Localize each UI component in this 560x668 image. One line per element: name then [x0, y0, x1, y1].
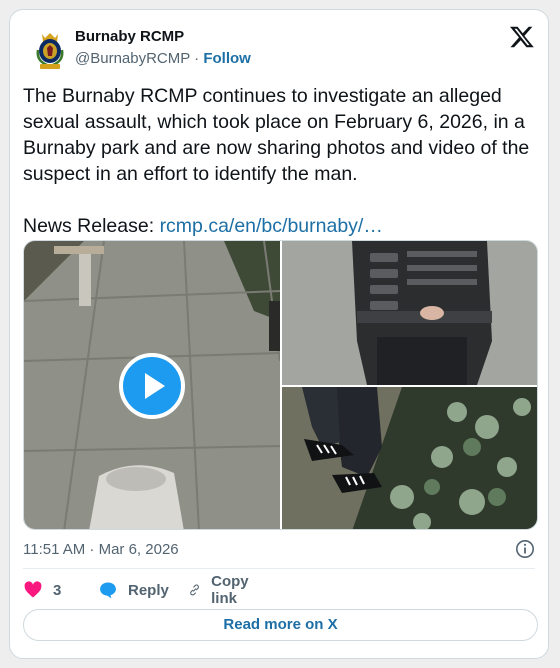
news-release-prefix: News Release:	[23, 215, 160, 237]
media-grid	[23, 240, 538, 530]
account-name[interactable]: Burnaby RCMP	[75, 28, 184, 45]
play-icon[interactable]	[119, 353, 185, 419]
account-handle-line: @BurnabyRCMP · Follow	[75, 50, 251, 67]
info-icon[interactable]	[515, 539, 535, 559]
news-release-link[interactable]: rcmp.ca/en/bc/burnaby/…	[160, 215, 383, 237]
heart-icon	[24, 581, 42, 598]
suspect-lower-scene	[282, 387, 537, 529]
actions-divider	[23, 568, 535, 569]
read-more-button[interactable]: Read more on X	[23, 609, 538, 641]
post-text: The Burnaby RCMP continues to investigat…	[23, 83, 538, 239]
reply-button[interactable]: Reply	[98, 578, 169, 602]
post-body: The Burnaby RCMP continues to investigat…	[23, 85, 535, 185]
like-count: 3	[53, 581, 62, 599]
rcmp-crest-icon[interactable]	[28, 28, 72, 72]
link-icon	[190, 584, 199, 596]
follow-button[interactable]: Follow	[203, 50, 251, 67]
reply-bubble-icon	[100, 582, 116, 599]
tweet-card: Burnaby RCMP @BurnabyRCMP · Follow The B…	[9, 9, 549, 659]
account-handle[interactable]: @BurnabyRCMP	[75, 50, 190, 67]
reply-label: Reply	[128, 581, 169, 599]
suspect-upper-scene	[282, 241, 537, 385]
suspect-photo-lower[interactable]	[282, 387, 537, 529]
copy-link-button[interactable]: Copy link	[188, 573, 256, 607]
x-logo-icon[interactable]	[508, 24, 536, 50]
suspect-photo-upper[interactable]	[282, 241, 537, 385]
video-thumbnail[interactable]	[24, 241, 280, 529]
post-timestamp[interactable]: 11:51 AM · Mar 6, 2026	[23, 541, 179, 558]
handle-separator: ·	[194, 50, 200, 67]
copy-link-label: Copy link	[211, 573, 249, 607]
like-button[interactable]: 3	[23, 578, 61, 602]
